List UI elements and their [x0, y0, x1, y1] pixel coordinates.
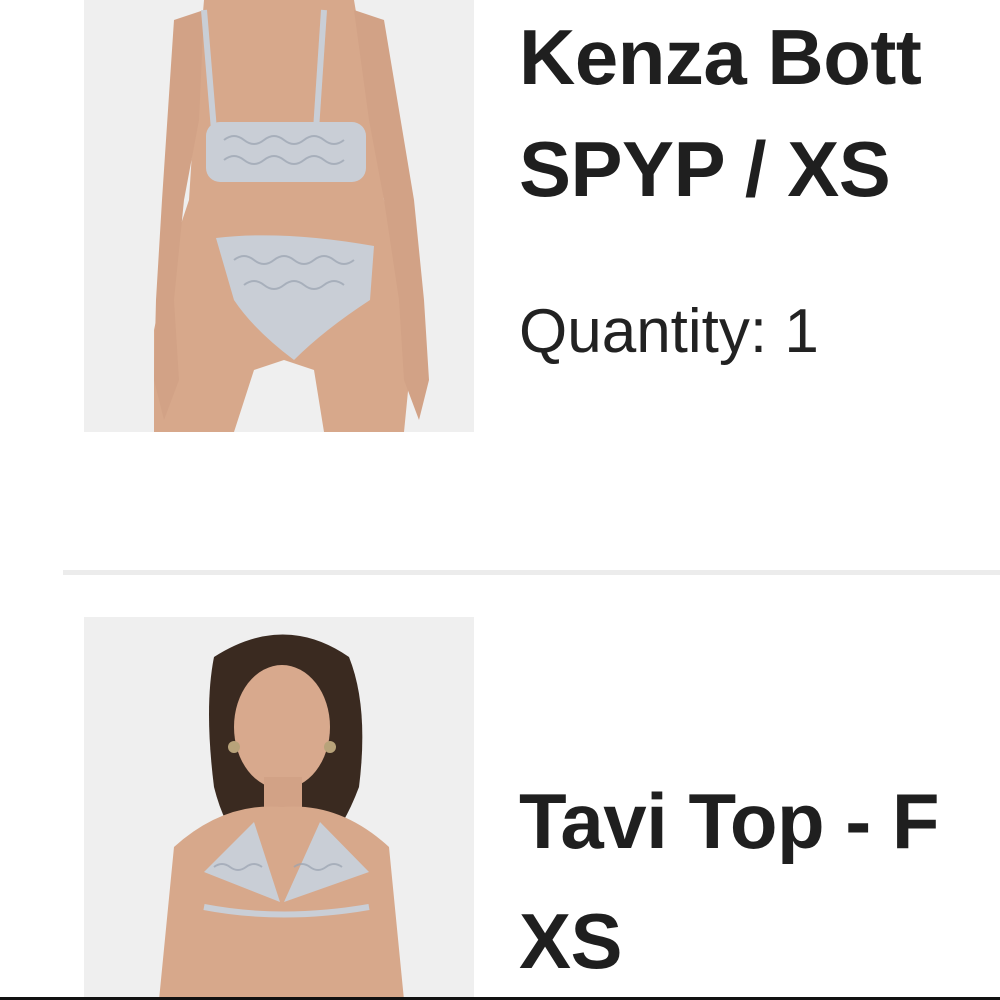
quantity-label: Quantity: 1: [519, 297, 819, 366]
product-title[interactable]: Kenza Bott: [519, 13, 922, 103]
product-variant: SPYP / XS: [519, 125, 891, 213]
order-summary-view: Kenza Bott SPYP / XS Quantity: 1 Tavi To…: [0, 0, 1000, 1000]
product-image[interactable]: [84, 0, 474, 432]
product-image[interactable]: [84, 617, 474, 1000]
product-photo-front-view: [84, 617, 474, 1000]
product-title[interactable]: Tavi Top - F: [519, 777, 940, 867]
product-variant: XS: [519, 897, 623, 985]
product-photo-back-view: [84, 0, 474, 432]
divider: [63, 570, 1000, 575]
